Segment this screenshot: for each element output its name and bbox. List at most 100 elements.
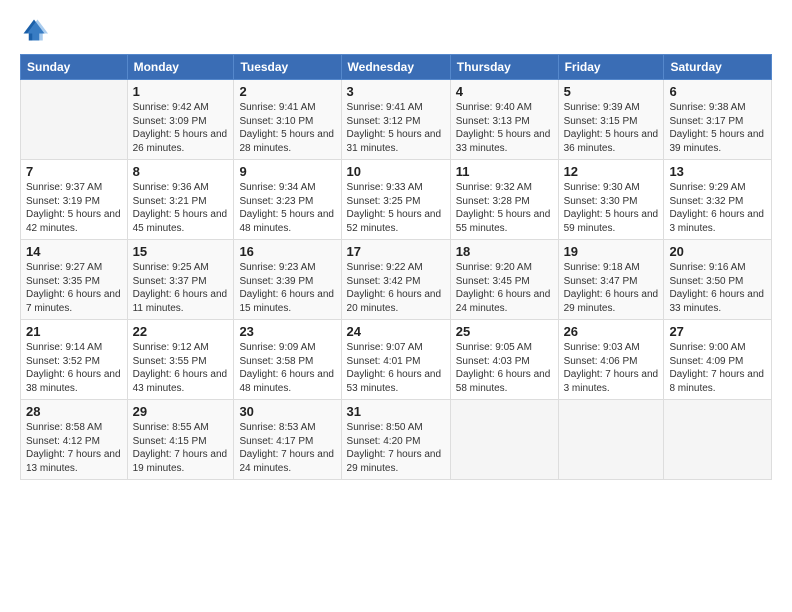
day-number: 13 bbox=[669, 164, 766, 179]
day-cell: 26 Sunrise: 9:03 AM Sunset: 4:06 PM Dayli… bbox=[558, 320, 664, 400]
logo bbox=[20, 16, 52, 44]
day-info: Sunrise: 9:18 AM Sunset: 3:47 PM Dayligh… bbox=[564, 261, 659, 315]
day-info: Sunrise: 8:55 AM Sunset: 4:15 PM Dayligh… bbox=[133, 421, 229, 475]
day-info: Sunrise: 9:38 AM Sunset: 3:17 PM Dayligh… bbox=[669, 101, 766, 155]
day-cell: 29 Sunrise: 8:55 AM Sunset: 4:15 PM Dayli… bbox=[127, 400, 234, 480]
day-cell: 9 Sunrise: 9:34 AM Sunset: 3:23 PM Daylig… bbox=[234, 160, 341, 240]
day-cell: 5 Sunrise: 9:39 AM Sunset: 3:15 PM Daylig… bbox=[558, 80, 664, 160]
day-info: Sunrise: 9:14 AM Sunset: 3:52 PM Dayligh… bbox=[26, 341, 122, 395]
day-cell: 18 Sunrise: 9:20 AM Sunset: 3:45 PM Dayli… bbox=[450, 240, 558, 320]
day-info: Sunrise: 9:22 AM Sunset: 3:42 PM Dayligh… bbox=[347, 261, 445, 315]
day-info: Sunrise: 9:07 AM Sunset: 4:01 PM Dayligh… bbox=[347, 341, 445, 395]
day-info: Sunrise: 9:32 AM Sunset: 3:28 PM Dayligh… bbox=[456, 181, 553, 235]
day-number: 29 bbox=[133, 404, 229, 419]
day-cell: 19 Sunrise: 9:18 AM Sunset: 3:47 PM Dayli… bbox=[558, 240, 664, 320]
day-cell: 7 Sunrise: 9:37 AM Sunset: 3:19 PM Daylig… bbox=[21, 160, 128, 240]
day-cell: 6 Sunrise: 9:38 AM Sunset: 3:17 PM Daylig… bbox=[664, 80, 772, 160]
day-cell: 22Sunrise: 9:12 AM Sunset: 3:55 PM Dayli… bbox=[127, 320, 234, 400]
day-info: Sunrise: 9:05 AM Sunset: 4:03 PM Dayligh… bbox=[456, 341, 553, 395]
day-cell: 31 Sunrise: 8:50 AM Sunset: 4:20 PM Dayli… bbox=[341, 400, 450, 480]
day-number: 27 bbox=[669, 324, 766, 339]
day-cell: 24 Sunrise: 9:07 AM Sunset: 4:01 PM Dayli… bbox=[341, 320, 450, 400]
day-number: 10 bbox=[347, 164, 445, 179]
header-row: Sunday Monday Tuesday Wednesday Thursday… bbox=[21, 55, 772, 80]
col-wednesday: Wednesday bbox=[341, 55, 450, 80]
day-info: Sunrise: 9:42 AM Sunset: 3:09 PM Dayligh… bbox=[133, 101, 229, 155]
day-number: 6 bbox=[669, 84, 766, 99]
week-row-4: 21 Sunrise: 9:14 AM Sunset: 3:52 PM Dayli… bbox=[21, 320, 772, 400]
day-number: 26 bbox=[564, 324, 659, 339]
day-number: 20 bbox=[669, 244, 766, 259]
day-info: Sunrise: 9:39 AM Sunset: 3:15 PM Dayligh… bbox=[564, 101, 659, 155]
day-number: 7 bbox=[26, 164, 122, 179]
week-row-3: 14Sunrise: 9:27 AM Sunset: 3:35 PM Dayli… bbox=[21, 240, 772, 320]
day-cell: 15Sunrise: 9:25 AM Sunset: 3:37 PM Dayli… bbox=[127, 240, 234, 320]
col-friday: Friday bbox=[558, 55, 664, 80]
day-number: 21 bbox=[26, 324, 122, 339]
day-info: Sunrise: 9:34 AM Sunset: 3:23 PM Dayligh… bbox=[239, 181, 335, 235]
day-info: Sunrise: 8:50 AM Sunset: 4:20 PM Dayligh… bbox=[347, 421, 445, 475]
day-info: Sunrise: 9:16 AM Sunset: 3:50 PM Dayligh… bbox=[669, 261, 766, 315]
day-cell: 13 Sunrise: 9:29 AM Sunset: 3:32 PM Dayli… bbox=[664, 160, 772, 240]
day-info: Sunrise: 8:58 AM Sunset: 4:12 PM Dayligh… bbox=[26, 421, 122, 475]
day-info: Sunrise: 9:41 AM Sunset: 3:10 PM Dayligh… bbox=[239, 101, 335, 155]
day-info: Sunrise: 9:23 AM Sunset: 3:39 PM Dayligh… bbox=[239, 261, 335, 315]
day-cell: 20 Sunrise: 9:16 AM Sunset: 3:50 PM Dayli… bbox=[664, 240, 772, 320]
day-cell: 21 Sunrise: 9:14 AM Sunset: 3:52 PM Dayli… bbox=[21, 320, 128, 400]
day-info: Sunrise: 9:33 AM Sunset: 3:25 PM Dayligh… bbox=[347, 181, 445, 235]
day-cell: 3Sunrise: 9:41 AM Sunset: 3:12 PM Daylig… bbox=[341, 80, 450, 160]
day-info: Sunrise: 9:00 AM Sunset: 4:09 PM Dayligh… bbox=[669, 341, 766, 395]
day-info: Sunrise: 9:40 AM Sunset: 3:13 PM Dayligh… bbox=[456, 101, 553, 155]
col-tuesday: Tuesday bbox=[234, 55, 341, 80]
logo-icon bbox=[20, 16, 48, 44]
day-cell: 28 Sunrise: 8:58 AM Sunset: 4:12 PM Dayli… bbox=[21, 400, 128, 480]
day-cell: 1Sunrise: 9:42 AM Sunset: 3:09 PM Daylig… bbox=[127, 80, 234, 160]
day-number: 15 bbox=[133, 244, 229, 259]
day-cell: 4 Sunrise: 9:40 AM Sunset: 3:13 PM Daylig… bbox=[450, 80, 558, 160]
day-number: 30 bbox=[239, 404, 335, 419]
day-number: 18 bbox=[456, 244, 553, 259]
day-cell: 17 Sunrise: 9:22 AM Sunset: 3:42 PM Dayli… bbox=[341, 240, 450, 320]
day-number: 12 bbox=[564, 164, 659, 179]
week-row-2: 7 Sunrise: 9:37 AM Sunset: 3:19 PM Daylig… bbox=[21, 160, 772, 240]
day-info: Sunrise: 9:09 AM Sunset: 3:58 PM Dayligh… bbox=[239, 341, 335, 395]
day-info: Sunrise: 9:36 AM Sunset: 3:21 PM Dayligh… bbox=[133, 181, 229, 235]
day-number: 5 bbox=[564, 84, 659, 99]
week-row-5: 28 Sunrise: 8:58 AM Sunset: 4:12 PM Dayli… bbox=[21, 400, 772, 480]
day-cell bbox=[558, 400, 664, 480]
day-cell: 27 Sunrise: 9:00 AM Sunset: 4:09 PM Dayli… bbox=[664, 320, 772, 400]
day-number: 28 bbox=[26, 404, 122, 419]
col-thursday: Thursday bbox=[450, 55, 558, 80]
day-info: Sunrise: 9:03 AM Sunset: 4:06 PM Dayligh… bbox=[564, 341, 659, 395]
day-cell: 8 Sunrise: 9:36 AM Sunset: 3:21 PM Daylig… bbox=[127, 160, 234, 240]
day-cell: 25Sunrise: 9:05 AM Sunset: 4:03 PM Dayli… bbox=[450, 320, 558, 400]
day-number: 2 bbox=[239, 84, 335, 99]
day-cell: 30 Sunrise: 8:53 AM Sunset: 4:17 PM Dayli… bbox=[234, 400, 341, 480]
day-number: 17 bbox=[347, 244, 445, 259]
day-number: 9 bbox=[239, 164, 335, 179]
day-info: Sunrise: 9:29 AM Sunset: 3:32 PM Dayligh… bbox=[669, 181, 766, 235]
day-info: Sunrise: 9:30 AM Sunset: 3:30 PM Dayligh… bbox=[564, 181, 659, 235]
day-info: Sunrise: 9:20 AM Sunset: 3:45 PM Dayligh… bbox=[456, 261, 553, 315]
day-number: 31 bbox=[347, 404, 445, 419]
day-cell: 16Sunrise: 9:23 AM Sunset: 3:39 PM Dayli… bbox=[234, 240, 341, 320]
week-row-1: 1Sunrise: 9:42 AM Sunset: 3:09 PM Daylig… bbox=[21, 80, 772, 160]
day-number: 23 bbox=[239, 324, 335, 339]
day-number: 24 bbox=[347, 324, 445, 339]
day-cell: 12 Sunrise: 9:30 AM Sunset: 3:30 PM Dayli… bbox=[558, 160, 664, 240]
day-cell bbox=[21, 80, 128, 160]
day-number: 14 bbox=[26, 244, 122, 259]
day-cell: 23 Sunrise: 9:09 AM Sunset: 3:58 PM Dayli… bbox=[234, 320, 341, 400]
day-info: Sunrise: 9:37 AM Sunset: 3:19 PM Dayligh… bbox=[26, 181, 122, 235]
calendar-table: Sunday Monday Tuesday Wednesday Thursday… bbox=[20, 54, 772, 480]
day-cell: 2 Sunrise: 9:41 AM Sunset: 3:10 PM Daylig… bbox=[234, 80, 341, 160]
day-number: 4 bbox=[456, 84, 553, 99]
day-info: Sunrise: 8:53 AM Sunset: 4:17 PM Dayligh… bbox=[239, 421, 335, 475]
col-sunday: Sunday bbox=[21, 55, 128, 80]
col-monday: Monday bbox=[127, 55, 234, 80]
day-number: 8 bbox=[133, 164, 229, 179]
header bbox=[20, 16, 772, 44]
day-number: 11 bbox=[456, 164, 553, 179]
day-number: 19 bbox=[564, 244, 659, 259]
day-info: Sunrise: 9:12 AM Sunset: 3:55 PM Dayligh… bbox=[133, 341, 229, 395]
